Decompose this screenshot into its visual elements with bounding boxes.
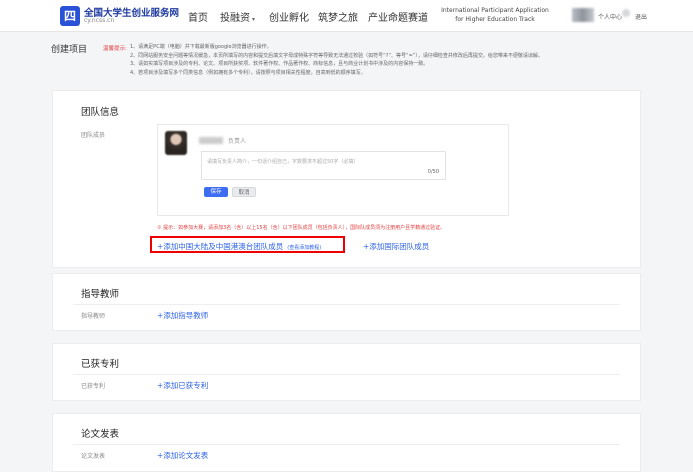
user-center-link[interactable]: 个人中心 [598,12,622,21]
paper-label: 论文发表 [81,453,106,460]
nav-incubation[interactable]: 创业孵化 [269,9,309,24]
paper-card: 论文发表 论文发表 +添加论文发表 [52,413,641,472]
team-members-label: 团队成员 [81,132,106,139]
mentor-label: 指导教师 [81,313,106,320]
char-counter: 0/50 [427,169,439,175]
tips-label: 温馨提示: [103,46,127,52]
cancel-button[interactable]: 取消 [232,187,256,197]
member-role: 负责人 [228,138,247,145]
intl-line-1: International Participant Application [441,7,549,14]
intl-line-2: for Higher Education Track [455,16,535,23]
add-mainland-member-label: +添加中国大陆及中国港澳台团队成员 [157,242,284,251]
nav-dream-journey[interactable]: 筑梦之旅 [318,9,358,24]
site-logo-icon[interactable]: 四 [60,6,80,26]
nav-home[interactable]: 首页 [188,9,208,24]
user-avatar[interactable] [572,8,594,22]
chevron-down-icon: ▾ [252,16,256,23]
notification-icon[interactable] [622,9,630,17]
nav-financing-label: 投融资 [220,13,250,24]
add-intl-member-link[interactable]: +添加国际团队成员 [363,241,429,252]
member-card: 负责人 请填写负责人简介，一句话介绍自己，字数要求不超过50字（必填） 0/50… [157,124,509,216]
site-subtitle: cy.ncss.cn [84,17,115,24]
member-avatar [165,131,187,155]
add-paper-link[interactable]: +添加论文发表 [157,450,208,461]
tips-list: 1、请满足PC端（电脑）并下载最新版google浏览器进行操作。 2、同网站服务… [130,43,670,77]
patent-title: 已获专利 [81,359,120,370]
tip-item: 3、请如实填写项目涉及的专利、论文、项目所获奖项、软件著作权、作品著作权、商标信… [130,61,429,67]
save-button[interactable]: 保存 [204,187,228,197]
paper-title: 论文发表 [81,429,120,440]
nav-industry-track[interactable]: 产业命题赛道 [368,9,428,24]
team-info-card: 团队信息 团队成员 负责人 请填写负责人简介，一句话介绍自己，字数要求不超过50… [52,90,641,268]
mentor-card: 指导教师 指导教师 +添加指导教师 [52,273,641,331]
tutorial-link[interactable]: (查看添加教程) [287,245,321,251]
tip-item: 2、同网站服务安全问题等情况缓急，本页所填写的内容和提交后填文字母成特殊字符等导… [130,52,543,59]
patent-label: 已获专利 [81,383,106,390]
intl-application-link[interactable]: International Participant Application fo… [430,6,560,24]
member-name [199,137,223,144]
divider [73,304,620,305]
tip-item: 1、请满足PC端（电脑）并下载最新版google浏览器进行操作。 [130,44,272,50]
divider [73,444,620,445]
add-mentor-link[interactable]: +添加指导教师 [157,310,208,321]
team-info-title: 团队信息 [81,107,120,118]
page-title: 创建项目 [51,45,88,55]
patent-card: 已获专利 已获专利 +添加已获专利 [52,343,641,401]
nav-financing[interactable]: 投融资 ▾ [220,9,255,24]
add-mainland-member-link[interactable]: +添加中国大陆及中国港澳台团队成员 (查看添加教程) [157,241,321,252]
logout-link[interactable]: 退出 [635,12,647,21]
top-header: 四 全国大学生创业服务网 cy.ncss.cn 首页 投融资 ▾ 创业孵化 筑梦之… [0,0,693,32]
add-patent-link[interactable]: +添加已获专利 [157,380,208,391]
member-intro-textarea[interactable]: 请填写负责人简介，一句话介绍自己，字数要求不超过50字（必填） 0/50 [201,151,446,180]
tip-item: 4、若项目涉及填写多个同类信息（例如拥有多个专利），请按照与项目相关性程度，自高… [130,69,366,76]
divider [73,374,620,375]
member-intro-placeholder: 请填写负责人简介，一句话介绍自己，字数要求不超过50字（必填） [207,159,359,165]
team-hint: ① 提示：如参加大赛，请添加3名（含）以上15名（含）以下团队成员（包括负责人）… [157,225,446,231]
mentor-title: 指导教师 [81,289,120,300]
